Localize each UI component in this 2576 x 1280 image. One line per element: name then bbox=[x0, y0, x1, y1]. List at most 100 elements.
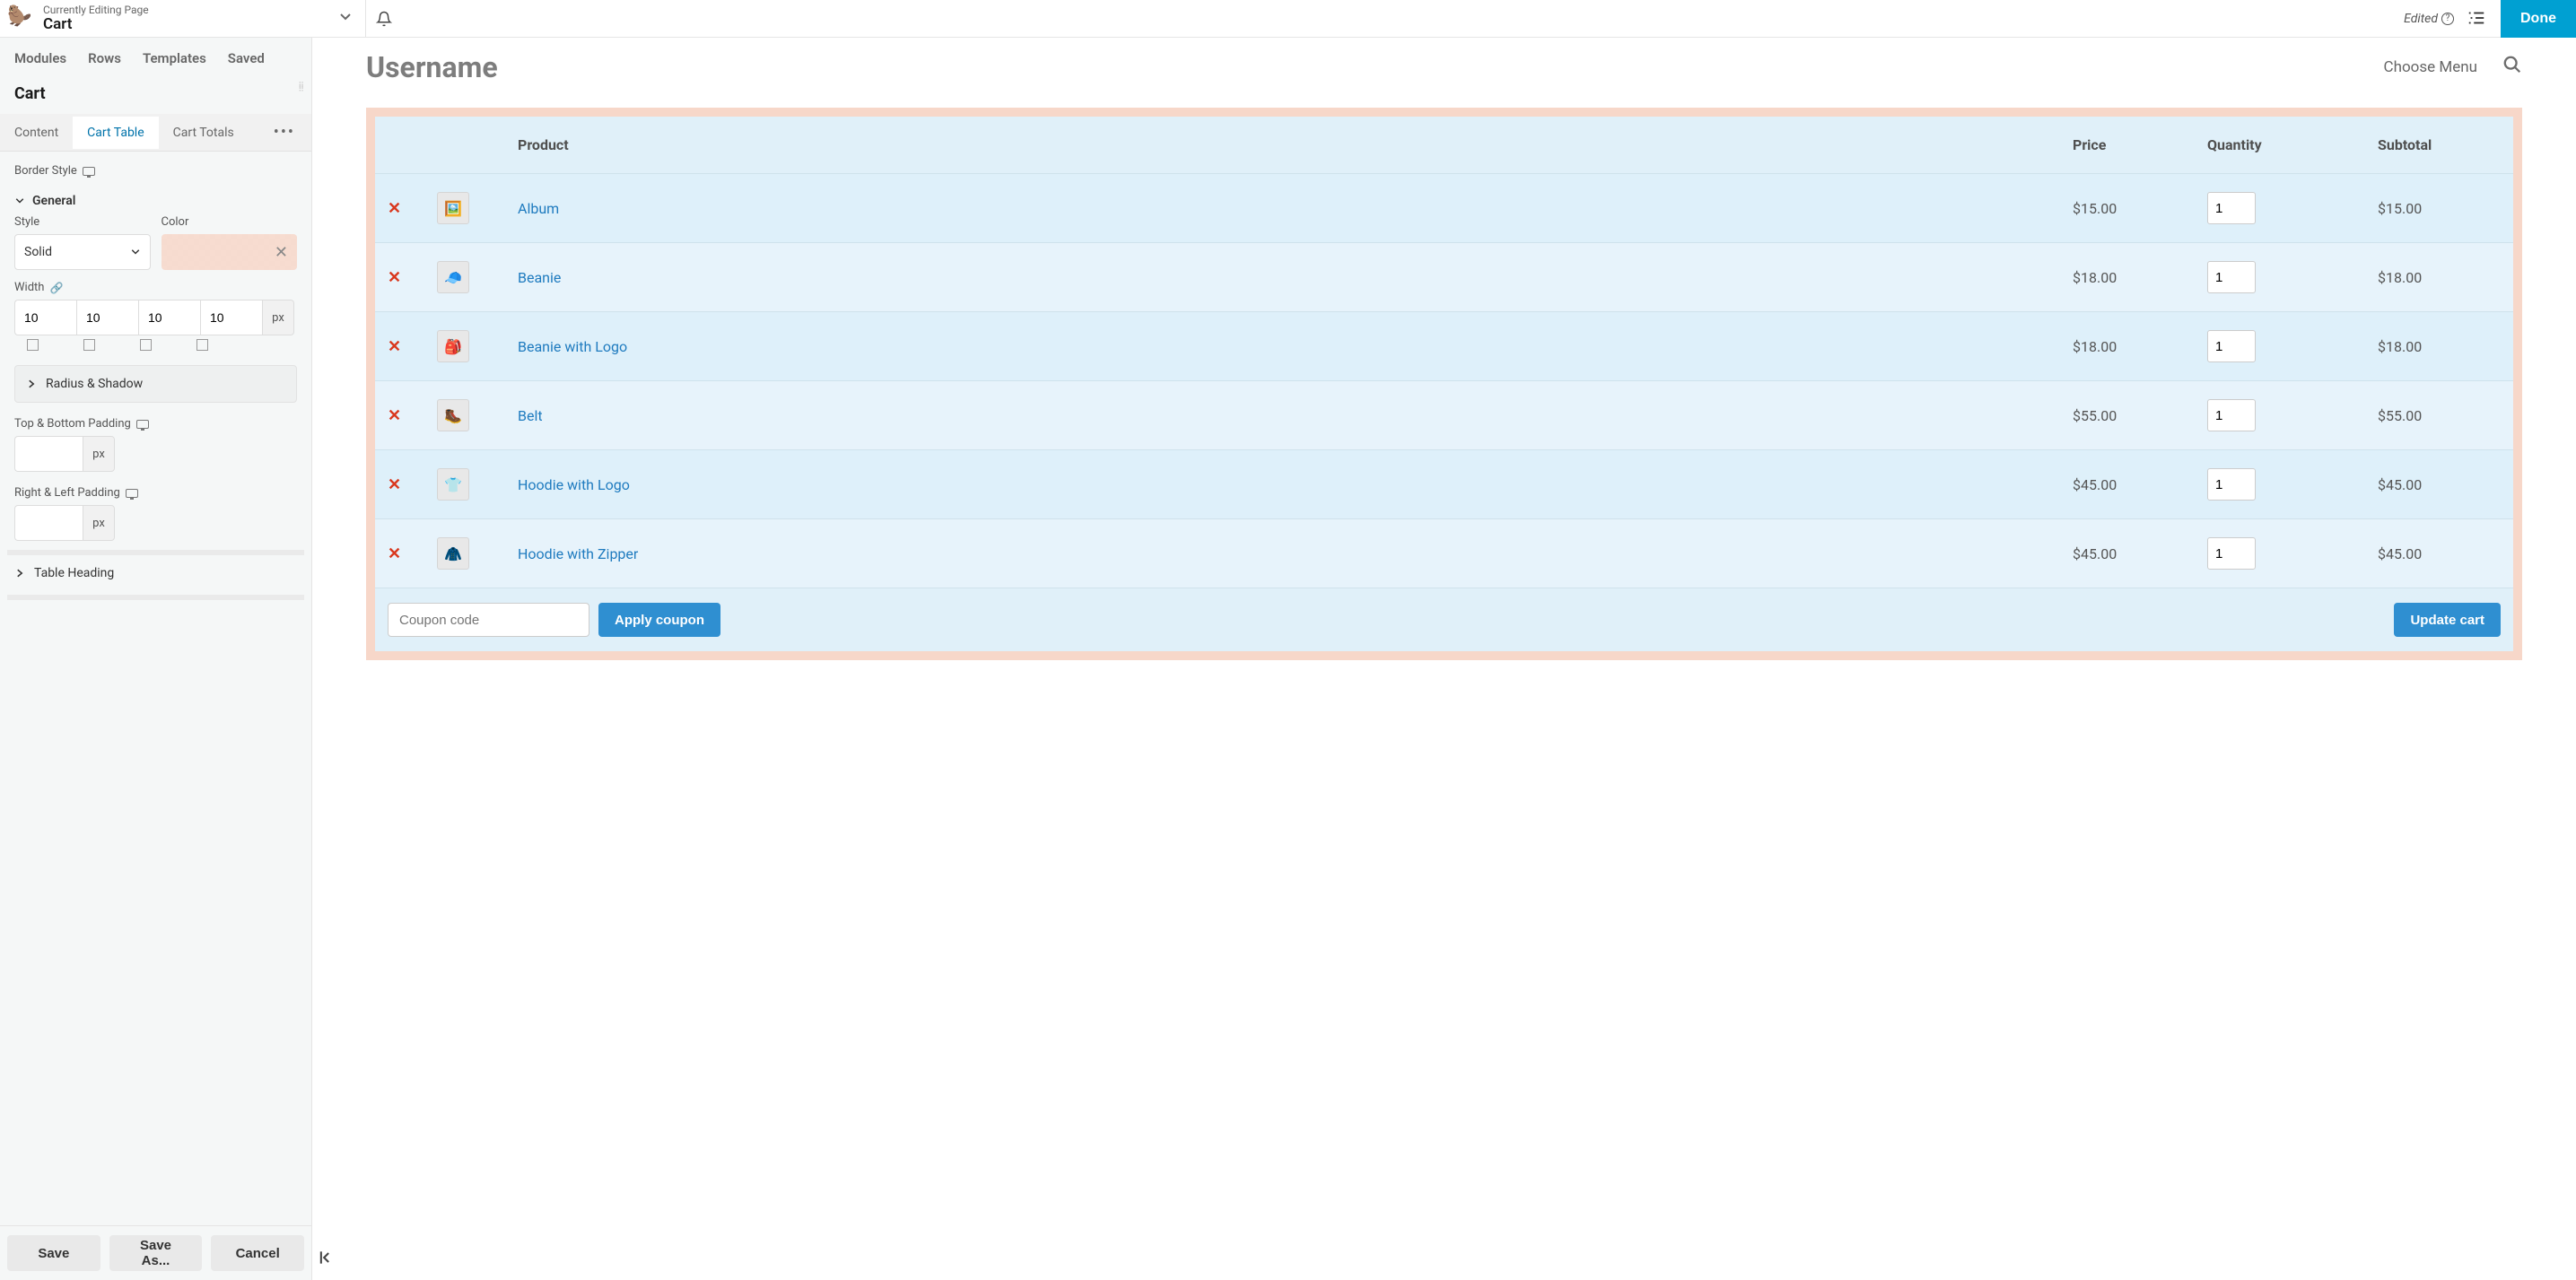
product-subtotal: $15.00 bbox=[2365, 174, 2518, 243]
side-left-icon bbox=[196, 339, 208, 351]
table-row: ✕ 🎒 Beanie with Logo $18.00 $18.00 bbox=[371, 312, 2518, 381]
tab-saved[interactable]: Saved bbox=[228, 50, 265, 66]
quantity-input[interactable] bbox=[2207, 330, 2256, 362]
notifications-icon[interactable] bbox=[366, 11, 402, 27]
quantity-input[interactable] bbox=[2207, 399, 2256, 431]
responsive-icon[interactable] bbox=[126, 489, 138, 498]
style-label: Style bbox=[14, 215, 39, 229]
product-thumbnail[interactable]: 👕 bbox=[437, 468, 469, 501]
header-quantity: Quantity bbox=[2195, 112, 2365, 174]
module-title: Cart bbox=[0, 79, 311, 114]
table-row: ✕ 👕 Hoodie with Logo $45.00 $45.00 bbox=[371, 450, 2518, 519]
quantity-input[interactable] bbox=[2207, 537, 2256, 570]
product-price: $18.00 bbox=[2060, 243, 2195, 312]
product-link[interactable]: Hoodie with Logo bbox=[518, 476, 630, 493]
tab-rows[interactable]: Rows bbox=[88, 50, 121, 66]
side-top-icon bbox=[27, 339, 39, 351]
tab-modules[interactable]: Modules bbox=[14, 50, 66, 66]
subtab-content[interactable]: Content bbox=[0, 117, 73, 149]
section-table-heading[interactable]: Table Heading bbox=[7, 555, 304, 591]
edited-indicator: Edited ? bbox=[2404, 12, 2454, 26]
tb-padding-label: Top & Bottom Padding bbox=[14, 417, 131, 431]
product-link[interactable]: Beanie with Logo bbox=[518, 338, 627, 355]
product-subtotal: $18.00 bbox=[2365, 312, 2518, 381]
tb-padding-input[interactable] bbox=[14, 436, 83, 472]
section-general[interactable]: General bbox=[7, 187, 304, 215]
cart-table: Product Price Quantity Subtotal ✕ 🖼️ Alb… bbox=[366, 108, 2522, 660]
border-style-label: Border Style bbox=[14, 164, 77, 178]
update-cart-button[interactable]: Update cart bbox=[2394, 603, 2501, 637]
product-link[interactable]: Hoodie with Zipper bbox=[518, 545, 638, 562]
product-subtotal: $45.00 bbox=[2365, 519, 2518, 588]
coupon-input[interactable] bbox=[388, 603, 589, 637]
product-price: $45.00 bbox=[2060, 450, 2195, 519]
width-label: Width bbox=[14, 281, 44, 294]
product-thumbnail[interactable]: 🧢 bbox=[437, 261, 469, 293]
outline-icon[interactable] bbox=[2467, 8, 2488, 30]
drag-handle-icon[interactable]: ⠿⠿ bbox=[298, 84, 304, 91]
style-select[interactable]: Solid bbox=[14, 234, 151, 270]
table-row: ✕ 🥾 Belt $55.00 $55.00 bbox=[371, 381, 2518, 450]
choose-menu-link[interactable]: Choose Menu bbox=[2384, 58, 2477, 76]
editing-context-label: Currently Editing Page bbox=[43, 4, 149, 16]
done-button[interactable]: Done bbox=[2501, 0, 2576, 38]
width-top-input[interactable] bbox=[14, 300, 76, 335]
remove-item-icon[interactable]: ✕ bbox=[388, 406, 401, 425]
search-icon[interactable] bbox=[2502, 55, 2522, 80]
color-picker[interactable]: ✕ bbox=[162, 234, 298, 270]
chevron-down-icon[interactable] bbox=[333, 4, 358, 33]
more-tabs-icon[interactable]: ••• bbox=[258, 114, 311, 151]
subtab-cart-table[interactable]: Cart Table bbox=[73, 117, 158, 149]
save-button[interactable]: Save bbox=[7, 1235, 100, 1271]
apply-coupon-button[interactable]: Apply coupon bbox=[598, 603, 720, 637]
rl-padding-unit[interactable]: px bbox=[83, 505, 115, 541]
product-thumbnail[interactable]: 🧥 bbox=[437, 537, 469, 570]
remove-item-icon[interactable]: ✕ bbox=[388, 475, 401, 494]
responsive-icon[interactable] bbox=[136, 420, 149, 429]
header-price: Price bbox=[2060, 112, 2195, 174]
side-bottom-icon bbox=[140, 339, 152, 351]
help-icon[interactable]: ? bbox=[2441, 13, 2454, 25]
width-bottom-input[interactable] bbox=[138, 300, 200, 335]
width-left-input[interactable] bbox=[200, 300, 262, 335]
remove-item-icon[interactable]: ✕ bbox=[388, 544, 401, 563]
product-thumbnail[interactable]: 🎒 bbox=[437, 330, 469, 362]
subtab-cart-totals[interactable]: Cart Totals bbox=[159, 117, 249, 149]
width-right-input[interactable] bbox=[76, 300, 138, 335]
table-row: ✕ 🧢 Beanie $18.00 $18.00 bbox=[371, 243, 2518, 312]
link-values-icon[interactable]: 🔗 bbox=[49, 282, 63, 294]
save-as-button[interactable]: Save As... bbox=[109, 1235, 203, 1271]
product-link[interactable]: Beanie bbox=[518, 269, 561, 286]
quantity-input[interactable] bbox=[2207, 468, 2256, 501]
tab-templates[interactable]: Templates bbox=[143, 50, 206, 66]
quantity-input[interactable] bbox=[2207, 192, 2256, 224]
product-thumbnail[interactable]: 🥾 bbox=[437, 399, 469, 431]
remove-item-icon[interactable]: ✕ bbox=[388, 199, 401, 218]
product-price: $18.00 bbox=[2060, 312, 2195, 381]
product-price: $55.00 bbox=[2060, 381, 2195, 450]
product-link[interactable]: Belt bbox=[518, 407, 543, 424]
header-subtotal: Subtotal bbox=[2365, 112, 2518, 174]
product-price: $15.00 bbox=[2060, 174, 2195, 243]
remove-item-icon[interactable]: ✕ bbox=[388, 337, 401, 356]
section-radius-shadow[interactable]: Radius & Shadow bbox=[14, 365, 297, 403]
rl-padding-input[interactable] bbox=[14, 505, 83, 541]
cancel-button[interactable]: Cancel bbox=[211, 1235, 304, 1271]
side-right-icon bbox=[83, 339, 95, 351]
width-unit[interactable]: px bbox=[262, 300, 294, 335]
clear-color-icon[interactable]: ✕ bbox=[275, 243, 288, 262]
product-subtotal: $55.00 bbox=[2365, 381, 2518, 450]
beaver-logo: 🦫 bbox=[7, 5, 34, 32]
site-title: Username bbox=[366, 50, 498, 84]
header-product: Product bbox=[505, 112, 2060, 174]
responsive-icon[interactable] bbox=[83, 167, 95, 176]
product-link[interactable]: Album bbox=[518, 200, 559, 217]
quantity-input[interactable] bbox=[2207, 261, 2256, 293]
table-row: ✕ 🖼️ Album $15.00 $15.00 bbox=[371, 174, 2518, 243]
product-subtotal: $45.00 bbox=[2365, 450, 2518, 519]
color-label: Color bbox=[162, 215, 189, 229]
product-thumbnail[interactable]: 🖼️ bbox=[437, 192, 469, 224]
remove-item-icon[interactable]: ✕ bbox=[388, 268, 401, 287]
collapse-panel-icon[interactable] bbox=[316, 1249, 334, 1271]
tb-padding-unit[interactable]: px bbox=[83, 436, 115, 472]
